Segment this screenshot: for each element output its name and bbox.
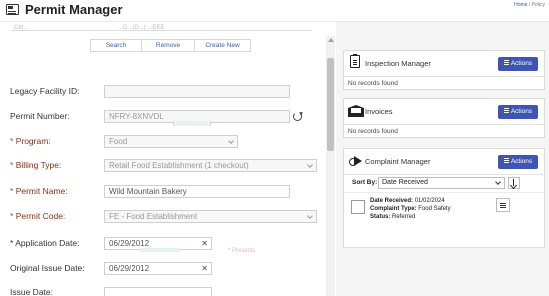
empty-message: No records found: [348, 80, 398, 87]
clipboard-icon: [350, 54, 360, 68]
menu-icon: [503, 159, 509, 161]
legacy-facility-id-label: Legacy Facility ID:: [10, 86, 80, 96]
billing-type-label-text: Billing Type:: [15, 160, 62, 170]
application-date-label: * Application Date:: [10, 238, 79, 248]
complaint-type-label: Complaint Type:: [370, 206, 417, 212]
program-select[interactable]: Food: [104, 135, 238, 148]
permit-name-field[interactable]: Wild Mountain Bakery: [104, 185, 290, 198]
permit-code-label-text: Permit Code:: [15, 211, 66, 221]
complaint-actions-button[interactable]: Actions: [498, 155, 538, 169]
clear-date-icon[interactable]: ✕: [201, 238, 208, 249]
panel-title: Invoices: [365, 107, 393, 116]
search-button-group: Search Remove Create New: [90, 39, 251, 52]
program-value: Food: [109, 137, 128, 146]
legacy-facility-id-field[interactable]: [104, 85, 290, 98]
program-label-text: Program:: [15, 136, 51, 146]
search-button[interactable]: Search: [90, 39, 142, 52]
required-marker: *: [10, 186, 14, 196]
status-value: Referred: [392, 214, 416, 220]
required-marker: *: [10, 211, 14, 221]
megaphone-icon: [349, 155, 363, 167]
required-marker: *: [10, 160, 14, 170]
billing-type-value: Retail Food Establishment (1 checkout): [109, 161, 249, 170]
inspection-actions-button[interactable]: Actions: [498, 57, 538, 71]
actions-label: Actions: [510, 60, 533, 67]
date-received-value: 01/02/2024: [414, 198, 445, 204]
policy-link[interactable]: / Policy: [529, 2, 545, 8]
complaint-type-line: Complaint Type: Food Safety: [370, 206, 451, 212]
remove-button[interactable]: Remove: [142, 39, 195, 52]
refresh-icon[interactable]: [293, 112, 302, 121]
panel-title: Complaint Manager: [365, 157, 431, 166]
issue-date-field[interactable]: [104, 287, 212, 296]
empty-message: No records found: [348, 128, 398, 135]
billing-type-label: * Billing Type:: [10, 160, 61, 170]
home-link[interactable]: Home: [514, 2, 527, 8]
billing-type-select[interactable]: Retail Food Establishment (1 checkout): [104, 159, 317, 172]
invoices-panel: Invoices Actions No records found: [343, 98, 545, 138]
actions-label: Actions: [510, 158, 533, 165]
panel-header: Invoices Actions: [344, 99, 544, 125]
required-marker: *: [10, 238, 14, 248]
sort-select[interactable]: Date Received: [378, 177, 505, 189]
original-issue-date-label: Original Issue Date:: [10, 263, 85, 273]
ghost-highlight: [140, 248, 180, 252]
ghost-label: * Presents: [228, 248, 256, 254]
permit-name-label: * Permit Name:: [10, 186, 68, 196]
application-date-value: 06/29/2012: [109, 239, 150, 248]
panel-header: Inspection Manager Actions: [344, 51, 544, 77]
envelope-icon: [348, 105, 364, 117]
chevron-down-icon: [307, 163, 313, 169]
program-label: * Program:: [10, 136, 51, 146]
chevron-down-icon: [228, 139, 234, 145]
create-new-button[interactable]: Create New: [195, 39, 251, 52]
inspection-manager-panel: Inspection Manager Actions No records fo…: [343, 50, 545, 90]
clear-date-icon[interactable]: ✕: [201, 263, 208, 274]
panel-header: Complaint Manager Actions: [344, 149, 544, 175]
permit-number-label: Permit Number:: [10, 111, 70, 121]
permit-code-label: * Permit Code:: [10, 211, 65, 221]
permit-code-value: FE - Food Establishment: [109, 212, 198, 221]
item-menu-icon[interactable]: [496, 198, 510, 212]
status-label: Status:: [370, 214, 391, 220]
scrollbar-thumb[interactable]: [327, 58, 334, 151]
date-received-line: Date Received: 01/02/2024: [370, 198, 445, 204]
date-received-label: Date Received:: [370, 198, 414, 204]
list-item[interactable]: Date Received: 01/02/2024 Complaint Type…: [344, 192, 544, 226]
menu-icon: [503, 109, 509, 111]
menu-icon: [503, 61, 509, 63]
app-header: Permit Manager Home / Policy: [0, 0, 549, 22]
complaint-type-value: Food Safety: [418, 206, 451, 212]
original-issue-date-value: 06/29/2012: [109, 264, 150, 273]
permit-code-select[interactable]: FE - Food Establishment: [104, 210, 317, 223]
side-panels: Inspection Manager Actions No records fo…: [336, 22, 549, 296]
actions-label: Actions: [510, 108, 533, 115]
sort-bar: Sort By: Date Received: [344, 176, 544, 190]
item-checkbox[interactable]: [351, 200, 365, 214]
permit-name-label-text: Permit Name:: [15, 186, 68, 196]
chevron-down-icon: [307, 214, 313, 220]
sort-label: Sort By:: [352, 179, 378, 186]
permit-manager-icon: [6, 4, 19, 15]
status-line: Status: Referred: [370, 214, 415, 220]
ghost-highlight: [173, 121, 211, 126]
application-date-label-text: Application Date:: [15, 238, 80, 248]
divider: [12, 30, 312, 31]
header-links: Home / Policy: [514, 2, 545, 8]
complaint-manager-panel: Complaint Manager Actions Sort By: Date …: [343, 148, 545, 248]
page-title: Permit Manager: [25, 2, 123, 17]
sort-direction-icon[interactable]: [508, 177, 520, 189]
panel-title: Inspection Manager: [365, 59, 431, 68]
scroll-up-icon[interactable]: [328, 38, 334, 42]
required-marker: *: [10, 136, 14, 146]
issue-date-label: Issue Date:: [10, 287, 53, 296]
permit-form-pane: Ctrl... ...D...(D...) ...EEE Search Remo…: [0, 22, 336, 296]
original-issue-date-field[interactable]: 06/29/2012 ✕: [104, 262, 212, 275]
invoices-actions-button[interactable]: Actions: [498, 105, 538, 119]
